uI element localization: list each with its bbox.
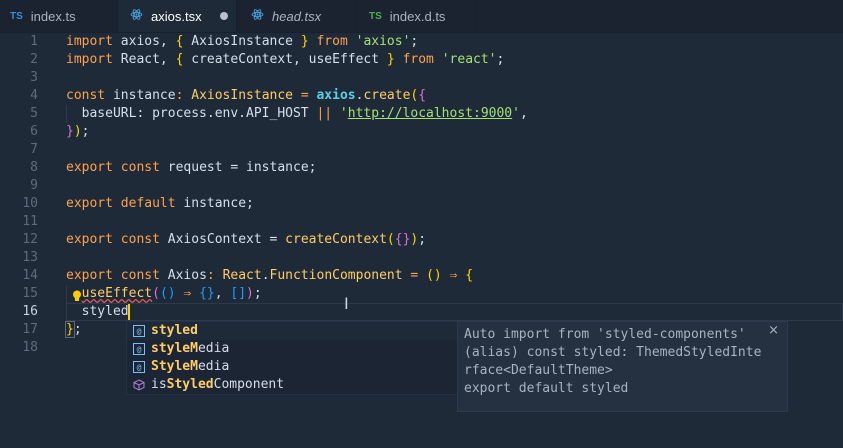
line-number: 11 <box>22 214 38 229</box>
code-line: export default instance; <box>66 196 254 211</box>
tab-axios-tsx[interactable]: axios.tsx <box>118 0 237 32</box>
tab-index-ts[interactable]: TS index.ts <box>0 0 118 32</box>
typescript-icon: TS <box>369 10 382 22</box>
line-number: 3 <box>30 70 38 85</box>
svg-text:@: @ <box>137 363 142 372</box>
line-number: 14 <box>22 268 38 283</box>
line-number: 7 <box>30 142 38 157</box>
line-number: 12 <box>22 232 38 247</box>
variable-icon: @ <box>133 361 145 373</box>
close-icon[interactable]: × <box>768 323 779 338</box>
details-line: Auto import from 'styled-components' <box>464 327 746 342</box>
variable-icon: @ <box>133 343 145 355</box>
line-number: 1 <box>30 34 38 49</box>
tab-index-d-ts[interactable]: TS index.d.ts <box>357 0 477 32</box>
editor-tab-bar: TS index.ts axios.tsx head.tsx TS index.… <box>0 0 843 33</box>
cube-icon <box>133 379 145 391</box>
line-number: 4 <box>30 88 38 103</box>
react-icon <box>251 8 264 24</box>
line-number: 13 <box>22 250 38 265</box>
code-line: }; <box>65 321 82 338</box>
suggestion-item[interactable]: @ styled <box>127 322 457 340</box>
suggestion-details-panel: × Auto import from 'styled-components' (… <box>457 321 788 412</box>
lightbulb-icon[interactable] <box>72 287 82 301</box>
code-line: export const request = instance; <box>66 160 317 175</box>
code-line: import axios, { AxiosInstance } from 'ax… <box>66 34 419 49</box>
tab-label: head.tsx <box>272 8 322 24</box>
variable-icon: @ <box>133 325 145 337</box>
line-number: 15 <box>22 286 38 301</box>
code-line: useEffect(() ⇒ {}, []); <box>81 286 262 301</box>
suggestion-item[interactable]: isStyledComponent <box>127 376 457 394</box>
indent-guide <box>66 105 67 123</box>
react-icon <box>130 8 143 24</box>
line-number: 6 <box>30 124 38 139</box>
code-line: import React, { createContext, useEffect… <box>66 52 505 67</box>
autocomplete-suggest-widget[interactable]: @ styled @ styleMedia @ StyleMedia isSty… <box>126 321 458 395</box>
typescript-icon: TS <box>10 10 23 22</box>
code-line: }); <box>66 124 90 139</box>
code-line: export const AxiosContext = createContex… <box>66 232 427 247</box>
suggestion-item[interactable]: @ styleMedia <box>127 340 457 358</box>
details-line: (alias) const styled: ThemedStyledInte <box>464 345 762 360</box>
mouse-ibeam-icon: I <box>344 294 349 313</box>
line-number: 16 <box>22 304 38 319</box>
code-line: export const Axios: React.FunctionCompon… <box>66 268 474 283</box>
unsaved-dot-icon[interactable] <box>219 12 228 20</box>
current-line-highlight <box>66 303 843 321</box>
suggestion-item[interactable]: @ StyleMedia <box>127 358 457 376</box>
svg-text:@: @ <box>137 345 142 354</box>
line-number: 5 <box>30 106 38 121</box>
text-cursor <box>128 304 130 320</box>
indent-guide <box>66 285 67 321</box>
tab-label: index.ts <box>30 8 76 24</box>
details-line: rface<DefaultTheme> <box>464 363 613 378</box>
line-number: 17 <box>22 322 38 337</box>
tab-label: axios.tsx <box>151 8 202 24</box>
code-line: baseURL: process.env.API_HOST || 'http:/… <box>66 106 528 121</box>
line-number: 8 <box>30 160 38 175</box>
line-number: 2 <box>30 52 38 67</box>
line-number: 10 <box>22 196 38 211</box>
line-number: 9 <box>30 178 38 193</box>
tab-label: index.d.ts <box>389 8 446 24</box>
code-line: const instance: AxiosInstance = axios.cr… <box>66 88 427 103</box>
code-line: styled <box>66 304 129 319</box>
tab-head-tsx[interactable]: head.tsx <box>237 0 357 32</box>
svg-text:@: @ <box>137 327 142 336</box>
line-number: 18 <box>22 340 38 355</box>
details-line: export default styled <box>464 381 629 396</box>
